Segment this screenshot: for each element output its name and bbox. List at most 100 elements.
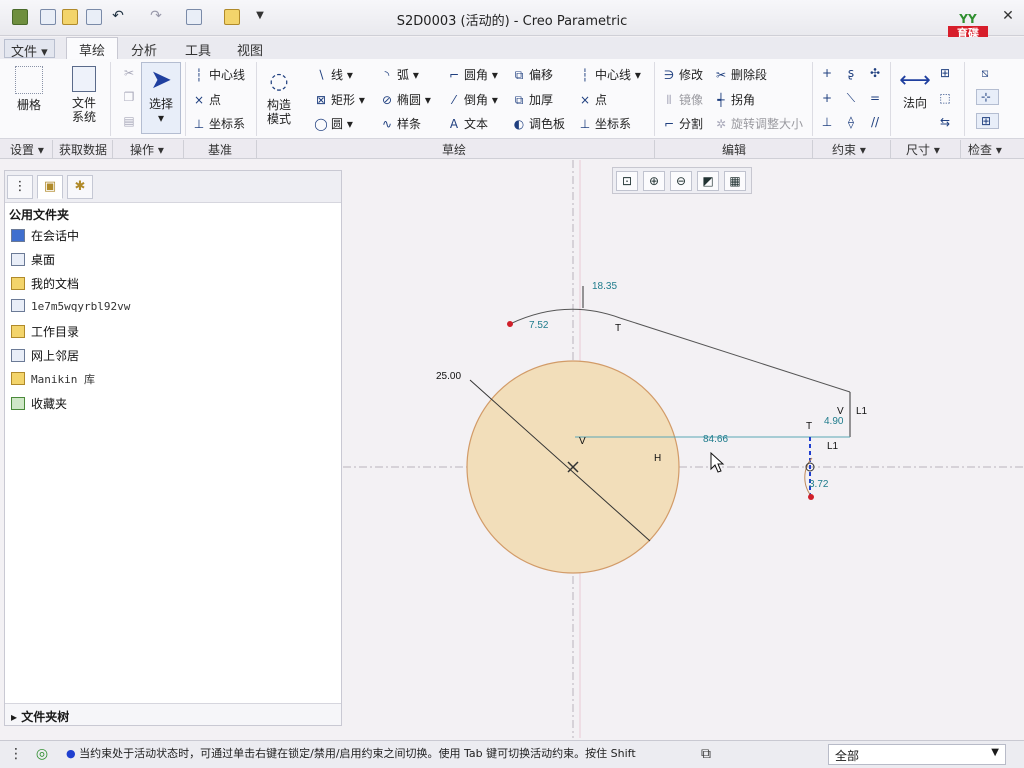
- line-button[interactable]: ∖ 线 ▾: [314, 66, 353, 83]
- vertical-constraint-icon[interactable]: +: [820, 66, 837, 80]
- csys-geom-button[interactable]: ⊥ 坐标系: [578, 115, 631, 132]
- folder-computer[interactable]: 1e7m5wqyrbl92vw: [11, 299, 130, 319]
- constraint-h[interactable]: H: [654, 453, 661, 464]
- equal-constraint-icon[interactable]: =: [868, 91, 885, 105]
- circle-button[interactable]: ◯ 圆 ▾: [314, 115, 353, 132]
- tangent-line[interactable]: [619, 317, 851, 393]
- folder-tree-toggle[interactable]: ▸ 文件夹树: [5, 703, 341, 725]
- web-browser-icon[interactable]: ◎: [34, 746, 50, 762]
- reference-dim-icon[interactable]: ⬚: [938, 91, 955, 105]
- constraint-v[interactable]: V: [837, 406, 844, 417]
- delete-segment-button[interactable]: ✂ 删除段: [714, 66, 767, 83]
- dimension-7-52[interactable]: 7.52: [529, 320, 549, 331]
- selection-filter-icon[interactable]: ⧉: [698, 746, 714, 762]
- perpendicular-constraint-icon[interactable]: ⊥: [820, 115, 837, 129]
- fillet-button[interactable]: ⌐ 圆角 ▾: [447, 66, 498, 83]
- point-button[interactable]: × 点: [192, 91, 221, 108]
- paste-icon[interactable]: ▤: [122, 114, 139, 128]
- group-inspect[interactable]: 检查 ▾: [968, 141, 1002, 158]
- endpoint-marker[interactable]: [507, 321, 513, 327]
- ellipse-button[interactable]: ⊘ 椭圆 ▾: [380, 91, 431, 108]
- folder-favorites[interactable]: 收藏夹: [11, 395, 67, 415]
- tab-view[interactable]: 视图: [237, 40, 263, 59]
- divide-button[interactable]: ⌐ 分割: [662, 115, 703, 132]
- dimension-84-66[interactable]: 84.66: [703, 434, 728, 445]
- point-geom-button[interactable]: × 点: [578, 91, 607, 108]
- highlight-open-ends-icon[interactable]: ⊹: [976, 89, 999, 105]
- sketch-svg[interactable]: 25.00 18.35 7.52 4.90 84.66 3.72 H V V T…: [343, 160, 1024, 738]
- tab-tools[interactable]: 工具: [185, 40, 211, 59]
- endpoint-marker-2[interactable]: [808, 494, 814, 500]
- tangent-constraint-icon[interactable]: ʂ: [844, 66, 861, 80]
- mirror-button[interactable]: ⫴ 镜像: [662, 91, 703, 108]
- dimension-radius[interactable]: 25.00: [436, 371, 461, 382]
- group-getdata[interactable]: 获取数据: [59, 141, 107, 158]
- file-menu[interactable]: 文件 ▾: [4, 39, 55, 60]
- display-filters-icon[interactable]: ▦: [724, 171, 746, 191]
- thicken-button[interactable]: ⧉ 加厚: [512, 91, 553, 108]
- zoom-in-icon[interactable]: ⊕: [643, 171, 665, 191]
- grid-button[interactable]: 栅格: [12, 66, 46, 112]
- spline-button[interactable]: ∿ 样条: [380, 115, 421, 132]
- centerline-button[interactable]: ┆ 中心线: [192, 66, 245, 83]
- group-edit: 编辑: [722, 143, 747, 157]
- select-button[interactable]: ➤ 选择 ▾: [141, 62, 181, 134]
- zoom-out-icon[interactable]: ⊖: [670, 171, 692, 191]
- rectangle-button[interactable]: ⊠ 矩形 ▾: [314, 91, 365, 108]
- folder-my-documents[interactable]: 我的文档: [11, 275, 79, 295]
- constraint-v-center[interactable]: V: [579, 436, 586, 447]
- centerline-geom-button[interactable]: ┆ 中心线 ▾: [578, 66, 640, 83]
- group-setup[interactable]: 设置 ▾: [10, 141, 44, 158]
- graphics-canvas[interactable]: 25.00 18.35 7.52 4.90 84.66 3.72 H V V T…: [343, 160, 1024, 738]
- offset-button[interactable]: ⧉ 偏移: [512, 66, 553, 83]
- close-window-icon[interactable]: ✕: [1000, 8, 1016, 24]
- overlapping-geometry-icon[interactable]: ⧅: [978, 66, 995, 81]
- panel-toggle-icon[interactable]: ⋮: [8, 746, 24, 762]
- corner-button[interactable]: ┽ 拐角: [714, 91, 755, 108]
- dimension-4-90[interactable]: 4.90: [824, 416, 844, 427]
- tab-sketch[interactable]: 草绘: [66, 37, 119, 59]
- group-operations[interactable]: 操作 ▾: [130, 141, 164, 158]
- midpoint-constraint-icon[interactable]: ✣: [868, 66, 885, 80]
- horizontal-constraint-icon[interactable]: +: [820, 91, 837, 105]
- csys-button[interactable]: ⊥ 坐标系: [192, 115, 245, 132]
- coincident-constraint-icon[interactable]: ⟍: [844, 91, 861, 106]
- file-system-button[interactable]: 文件 系统: [66, 66, 102, 124]
- top-arc[interactable]: [509, 308, 621, 325]
- selection-filter-dropdown[interactable]: 全部 ▼: [828, 744, 1006, 765]
- tab-analysis[interactable]: 分析: [131, 40, 157, 59]
- folder-manikin-library[interactable]: Manikin 库: [11, 371, 95, 391]
- palette-button[interactable]: ◐ 调色板: [512, 115, 565, 132]
- folder-working-directory[interactable]: 工作目录: [11, 323, 79, 343]
- folder-browser-tab-icon[interactable]: ▣: [37, 175, 63, 199]
- shade-closed-loops-icon[interactable]: ⊞: [976, 113, 999, 129]
- copy-icon[interactable]: ❐: [122, 90, 139, 104]
- cut-icon[interactable]: ✂: [122, 66, 139, 80]
- parallel-constraint-icon[interactable]: //: [868, 115, 885, 129]
- chamfer-button[interactable]: ⁄ 倒角 ▾: [447, 91, 498, 108]
- constraint-t[interactable]: T: [806, 421, 812, 432]
- sketch-view-icon[interactable]: ◩: [697, 171, 719, 191]
- group-constrain[interactable]: 约束 ▾: [832, 141, 866, 158]
- constraint-l1-b[interactable]: L1: [827, 441, 839, 452]
- folder-in-session[interactable]: 在会话中: [11, 227, 79, 247]
- dimension-18-35[interactable]: 18.35: [592, 281, 617, 292]
- constraint-t-top[interactable]: T: [615, 323, 621, 334]
- modify-button[interactable]: ∋ 修改: [662, 66, 703, 83]
- text-button[interactable]: A 文本: [447, 115, 488, 132]
- dimension-3-72[interactable]: 3.72: [809, 479, 829, 490]
- folder-desktop[interactable]: 桌面: [11, 251, 55, 271]
- normal-dimension-button[interactable]: ⟷ 法向: [898, 66, 932, 110]
- favorites-tab-icon[interactable]: ✱: [67, 175, 93, 199]
- rotate-resize-button[interactable]: ✲ 旋转调整大小: [714, 115, 803, 132]
- model-tree-tab-icon[interactable]: ⋮: [7, 175, 33, 199]
- symmetric-constraint-icon[interactable]: ⟠: [844, 115, 861, 129]
- construction-mode-button[interactable]: ◌ 构造 模式: [262, 66, 296, 126]
- perimeter-dim-icon[interactable]: ⊞: [938, 66, 955, 80]
- constraint-l1-a[interactable]: L1: [856, 406, 868, 417]
- group-dimension[interactable]: 尺寸 ▾: [906, 141, 940, 158]
- baseline-dim-icon[interactable]: ⇆: [938, 115, 955, 129]
- folder-network[interactable]: 网上邻居: [11, 347, 79, 367]
- arc-button[interactable]: ◝ 弧 ▾: [380, 66, 419, 83]
- refit-icon[interactable]: ⊡: [616, 171, 638, 191]
